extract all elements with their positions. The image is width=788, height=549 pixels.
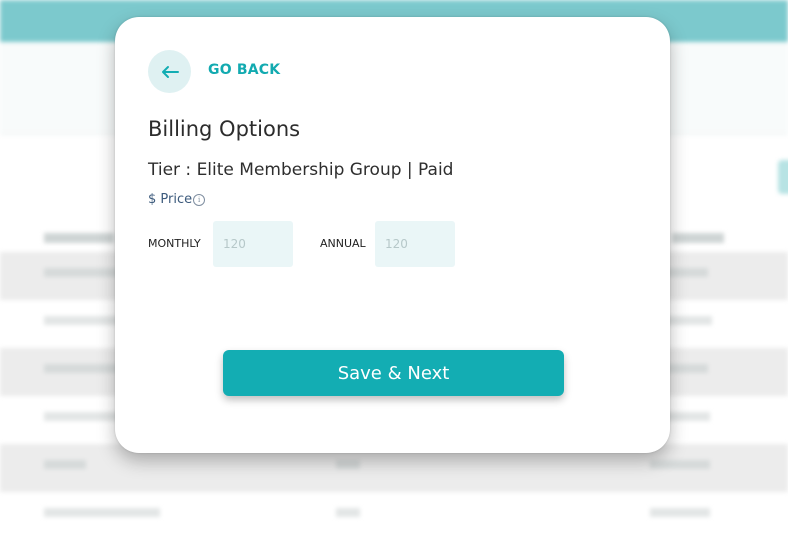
info-icon[interactable]: i bbox=[193, 193, 206, 206]
add-plan-button bbox=[778, 160, 788, 194]
price-label: $ Price bbox=[148, 192, 193, 207]
tier-text: Tier : Elite Membership Group | Paid bbox=[148, 160, 454, 180]
monthly-price-input[interactable] bbox=[213, 221, 293, 267]
modal-title: Billing Options bbox=[148, 117, 301, 141]
annual-label: ANNUAL bbox=[320, 237, 366, 250]
table-header-placeholder bbox=[672, 233, 724, 243]
go-back-link[interactable]: GO BACK bbox=[208, 62, 280, 78]
annual-price-input[interactable] bbox=[375, 221, 455, 267]
price-label-group: $ Price i bbox=[148, 192, 206, 207]
arrow-left-icon bbox=[161, 65, 179, 78]
table-row bbox=[0, 492, 788, 540]
save-next-button[interactable]: Save & Next bbox=[223, 350, 564, 396]
monthly-label: MONTHLY bbox=[148, 237, 201, 250]
billing-options-modal: GO BACK Billing Options Tier : Elite Mem… bbox=[115, 17, 670, 453]
go-back-button[interactable] bbox=[148, 50, 191, 93]
table-header-placeholder bbox=[44, 233, 114, 243]
